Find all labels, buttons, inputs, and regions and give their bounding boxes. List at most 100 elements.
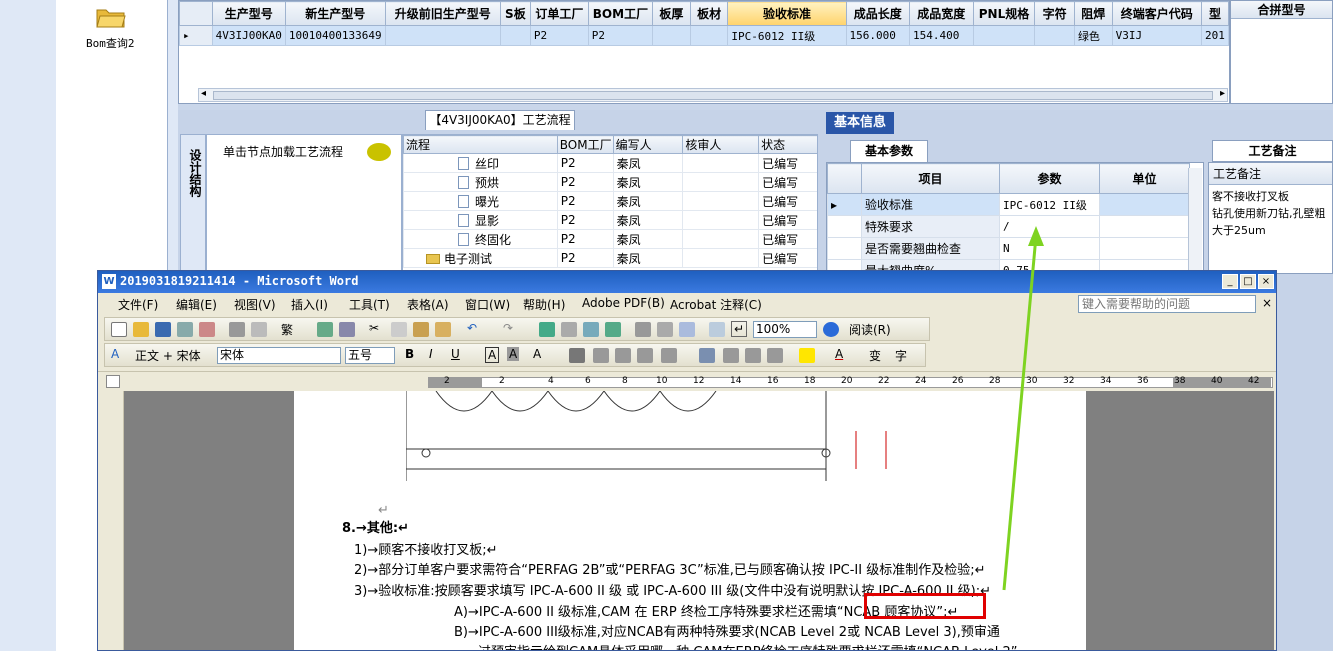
character-border-button[interactable]: A [485,347,500,363]
menu-edit[interactable]: 编辑(E) [176,296,217,313]
bom-query-label[interactable]: Bom查询2 [86,35,135,51]
bullets-icon[interactable] [723,348,739,363]
tab-selector-icon[interactable] [106,375,120,388]
read-button[interactable]: 阅读(R) [849,321,891,338]
col-header[interactable]: 参数 [999,163,1100,194]
drawing-icon[interactable] [657,322,673,337]
help-icon[interactable] [823,322,839,337]
col-header[interactable]: PNL规格 [972,1,1036,26]
col-header[interactable]: 流程 [403,135,558,154]
flow-step-name[interactable]: 终固化 [475,233,511,247]
align-left-icon[interactable] [569,348,585,363]
copy-icon[interactable] [391,322,407,337]
params-vertical-scrollbar[interactable] [1188,168,1202,272]
table-row[interactable]: 曝光 P2 秦凤 已编写 [403,191,817,211]
grid-cell[interactable] [652,25,691,46]
numbering-icon[interactable] [699,348,715,363]
flow-step-name[interactable]: 丝印 [475,157,499,171]
basic-params-tab[interactable]: 基本参数 [850,140,928,162]
flow-step-name[interactable]: 预烘 [475,176,499,190]
flow-step-name[interactable]: 显影 [475,214,499,228]
grid-cell[interactable]: 4V3IJ00KA0 [211,25,286,46]
table-row[interactable]: ▸ 4V3IJ00KA0 10010400133649 P2 P2 IPC-60… [179,25,1229,46]
research-icon[interactable] [339,322,355,337]
doc-heading[interactable]: 8.→其他:↵ [342,517,409,536]
remark-line[interactable]: 大于25um [1209,225,1332,242]
enclose-characters-button[interactable]: 字 [895,347,907,364]
justify-icon[interactable] [637,348,653,363]
col-header[interactable]: 升级前旧生产型号 [384,1,501,26]
doc-close-icon[interactable]: × [1262,296,1272,310]
doc-item-2[interactable]: 2)→部分订单客户要求需符合“PERFAG 2B”或“PERFAG 3C”标准,… [354,559,986,578]
col-header-acceptance[interactable]: 验收标准 [727,1,847,26]
cut-icon[interactable]: ✂ [369,321,379,335]
print-icon[interactable] [229,322,245,337]
col-header[interactable]: 字符 [1034,1,1075,26]
character-scale-button[interactable]: A [533,347,541,361]
param-item[interactable]: 是否需要翘曲检查 [861,237,1000,260]
open-icon[interactable] [133,322,149,337]
tables-borders-icon[interactable] [561,322,577,337]
col-header[interactable]: BOM工厂 [556,135,614,154]
col-header[interactable]: 生产型号 [211,1,286,26]
grid-cell[interactable] [499,25,531,46]
grid-cell[interactable]: 156.000 [845,25,911,46]
doc-sub-b[interactable]: B)→IPC-A-600 III级标准,对应NCAB有两种特殊要求(NCAB L… [454,621,1000,640]
col-header[interactable]: 成品长度 [845,1,911,26]
align-right-icon[interactable] [615,348,631,363]
flow-step-name[interactable]: 电子测试 [444,252,492,266]
col-header[interactable]: 编写人 [612,135,684,154]
col-header[interactable]: 阻焊 [1073,1,1113,26]
styles-icon[interactable]: A [111,347,119,361]
remark-line[interactable]: 客不接收打叉板 [1209,185,1332,208]
col-header[interactable]: 终端客户代码 [1111,1,1203,26]
grid-cell[interactable]: IPC-6012 II级 [727,25,847,46]
scroll-right-icon[interactable]: ▸ [1220,88,1225,99]
table-row[interactable]: ▸ 验收标准 IPC-6012 II级 [827,193,1190,216]
menu-adobe-pdf[interactable]: Adobe PDF(B) [582,296,665,310]
grid-cell[interactable]: 绿色 [1073,25,1113,46]
basic-info-tab[interactable]: 基本信息 [826,112,894,134]
col-header[interactable]: 成品宽度 [909,1,974,26]
style-select[interactable]: 正文 + 宋体 [135,347,201,364]
line-spacing-icon[interactable] [661,348,677,363]
print-preview-icon[interactable] [251,322,267,337]
param-unit[interactable] [1099,237,1190,260]
decrease-indent-icon[interactable] [745,348,761,363]
grid-cell[interactable] [689,25,729,46]
folder-open-icon[interactable] [96,6,126,28]
grid-cell[interactable]: P2 [587,25,654,46]
spelling-icon[interactable] [317,322,333,337]
menu-file[interactable]: 文件(F) [118,296,158,313]
align-center-icon[interactable] [593,348,609,363]
maximize-button[interactable]: □ [1240,274,1256,289]
grid-horizontal-scrollbar[interactable]: ◂ ▸ [198,88,1228,102]
traditional-chinese-icon[interactable]: 繁 [281,321,293,338]
underline-button[interactable]: U [451,347,460,361]
col-header[interactable]: 项目 [861,163,1000,194]
grid-cell[interactable]: 10010400133649 [284,25,386,46]
scroll-left-icon[interactable]: ◂ [201,88,206,99]
menu-window[interactable]: 窗口(W) [465,296,510,313]
table-row[interactable]: 电子测试 P2 秦凤 已编写 [403,248,817,268]
scroll-thumb[interactable] [213,91,1213,100]
param-value[interactable]: N [999,237,1100,260]
grid-cell[interactable] [972,25,1036,46]
col-header[interactable]: 核审人 [682,135,760,154]
highlight-icon[interactable] [799,348,815,363]
param-value[interactable]: / [999,215,1100,238]
table-row[interactable]: 是否需要翘曲检查 N [827,237,1190,260]
increase-indent-icon[interactable] [767,348,783,363]
table-row[interactable]: 终固化 P2 秦凤 已编写 [403,229,817,249]
thumbnail-icon[interactable] [709,322,725,337]
table-row[interactable]: 显影 P2 秦凤 已编写 [403,210,817,230]
minimize-button[interactable]: _ [1222,274,1238,289]
col-header[interactable]: 单位 [1099,163,1190,194]
param-item[interactable]: 特殊要求 [861,215,1000,238]
col-header[interactable]: 新生产型号 [284,1,386,26]
table-row[interactable]: 预烘 P2 秦凤 已编写 [403,172,817,192]
process-flow-tab[interactable]: 【4V3IJ00KA0】工艺流程 [425,110,575,130]
remark-line[interactable]: 钻孔使用新刀钻,孔壁粗 [1209,208,1332,225]
menu-help[interactable]: 帮助(H) [523,296,565,313]
param-unit[interactable] [1099,193,1190,216]
